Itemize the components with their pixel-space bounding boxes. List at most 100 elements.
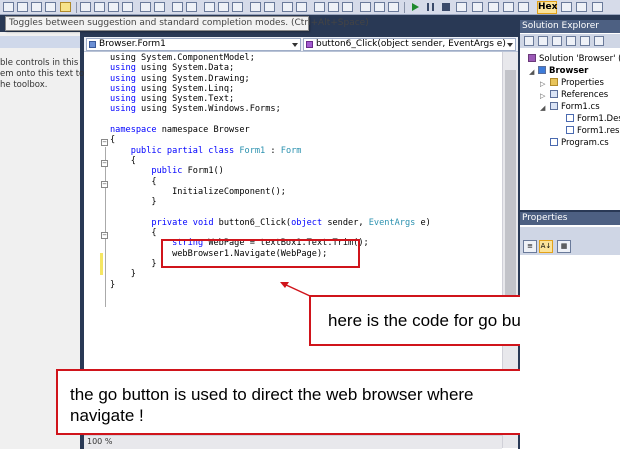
code-line: { [110,155,136,166]
cs-file-icon [550,138,558,146]
class-icon [89,41,96,48]
code-line: private void button6_Click(object sender… [151,217,431,228]
lock-icon[interactable] [296,2,307,12]
float-icon[interactable] [388,2,399,12]
find-icon[interactable] [140,2,151,12]
class-diagram-icon[interactable] [594,36,604,46]
tree-item-form1-designer[interactable]: Form1.Desi [566,114,620,125]
solution-explorer: Solution Explorer Solution 'Browser' (1 … [520,20,620,210]
expanded-arrow-icon[interactable]: ◢ [529,68,534,76]
method-icon [306,41,313,48]
go-button-callout: the go button is used to direct the web … [56,369,538,435]
code-line: } [110,197,157,208]
completion-mode-icon[interactable] [60,2,71,12]
scroll-thumb[interactable] [505,70,516,320]
watch-icon[interactable] [576,2,587,12]
align-icon[interactable] [186,2,197,12]
chevron-down-icon [507,43,513,47]
step-into-icon[interactable] [488,2,499,12]
breakpoints-icon[interactable] [561,2,572,12]
grid-icon[interactable] [218,2,229,12]
next-bookmark-icon[interactable] [108,2,119,12]
hex-toggle-button[interactable]: Hex [537,1,557,14]
code-line: { [110,135,116,146]
tree-item-project[interactable]: Browser [538,66,588,77]
center-icon[interactable] [282,2,293,12]
format-icon[interactable] [172,2,183,12]
tree-item-solution[interactable]: Solution 'Browser' (1 p [528,54,620,65]
comment-icon[interactable] [31,2,42,12]
refresh-icon[interactable] [552,36,562,46]
alphabetical-icon[interactable]: A↓ [539,240,553,253]
class-dropdown[interactable]: Browser.Form1 [86,38,301,51]
tree-item-label: Solution 'Browser' (1 p [539,54,620,64]
collapse-icon[interactable]: − [101,181,108,188]
properties-view-icon[interactable]: ▦ [557,240,571,253]
find-in-files-icon[interactable] [154,2,165,12]
code-line: using using System.Windows.Forms; [110,104,281,115]
view-designer-icon[interactable] [580,36,590,46]
order-icon[interactable] [232,2,243,12]
toolbox-header [0,36,80,48]
tree-item-label: Program.cs [561,138,609,148]
dock-icon[interactable] [374,2,385,12]
clear-bookmarks-icon[interactable] [122,2,133,12]
pause-icon[interactable] [427,3,434,11]
tree-item-properties[interactable]: Properties [550,78,604,89]
indent-icon[interactable] [3,2,14,12]
toolbar-separator [404,2,405,13]
categorized-icon[interactable]: ≡ [523,240,537,253]
collapsed-arrow-icon[interactable]: ▷ [540,92,545,100]
step-out-icon[interactable] [518,2,529,12]
send-back-icon[interactable] [342,2,353,12]
collapse-icon[interactable]: − [101,160,108,167]
tab-order-icon[interactable] [314,2,325,12]
tree-item-form1-resx[interactable]: Form1.resx [566,126,620,137]
outline-line [105,147,106,307]
code-line: using using System.Data; [110,63,235,74]
show-next-statement-icon[interactable] [472,2,483,12]
properties-icon[interactable] [524,36,534,46]
tree-item-label: References [561,90,609,100]
zoom-level[interactable]: 100 % [87,437,112,446]
show-all-files-icon[interactable] [538,36,548,46]
cs-file-icon [566,114,574,122]
start-debug-icon[interactable] [412,3,419,11]
tree-item-label: Browser [549,66,589,76]
spacing-icon[interactable] [264,2,275,12]
code-line: { [110,176,157,187]
form-icon [550,102,558,110]
collapse-icon[interactable]: − [101,232,108,239]
member-dropdown-value: button6_Click(object sender, EventArgs e… [316,39,506,49]
member-dropdown[interactable]: button6_Click(object sender, EventArgs e… [303,38,516,51]
code-line: InitializeComponent(); [110,186,286,197]
properties-panel: Properties ≡ A↓ ▦ [520,212,620,449]
toolbox-message-line: he toolbox. [0,80,48,90]
window-icon[interactable] [360,2,371,12]
code-line: using using System.Drawing; [110,73,250,84]
size-icon[interactable] [250,2,261,12]
uncomment-icon[interactable] [45,2,56,12]
stop-icon[interactable] [442,3,450,11]
collapsed-arrow-icon[interactable]: ▷ [540,80,545,88]
prev-bookmark-icon[interactable] [94,2,105,12]
toolbox-empty-message: ble controls in this em onto this text to… [0,58,85,91]
view-code-icon[interactable] [566,36,576,46]
bring-front-icon[interactable] [328,2,339,12]
expanded-arrow-icon[interactable]: ◢ [540,104,545,112]
toolbox-message-line: em onto this text to [0,69,85,79]
horizontal-scrollbar[interactable]: 100 % [84,435,502,449]
tree-item-program[interactable]: Program.cs [550,138,609,149]
tree-item-label: Form1.resx [577,126,620,136]
outdent-icon[interactable] [17,2,28,12]
toolbar-options-icon[interactable] [592,2,603,12]
layout-icon[interactable] [204,2,215,12]
step-over-icon[interactable] [503,2,514,12]
tree-item-references[interactable]: References [550,90,608,101]
collapse-icon[interactable]: − [101,139,108,146]
bookmark-icon[interactable] [80,2,91,12]
restart-icon[interactable] [456,2,467,12]
tree-item-form1[interactable]: Form1.cs [550,102,600,113]
solution-explorer-title: Solution Explorer [520,20,620,33]
